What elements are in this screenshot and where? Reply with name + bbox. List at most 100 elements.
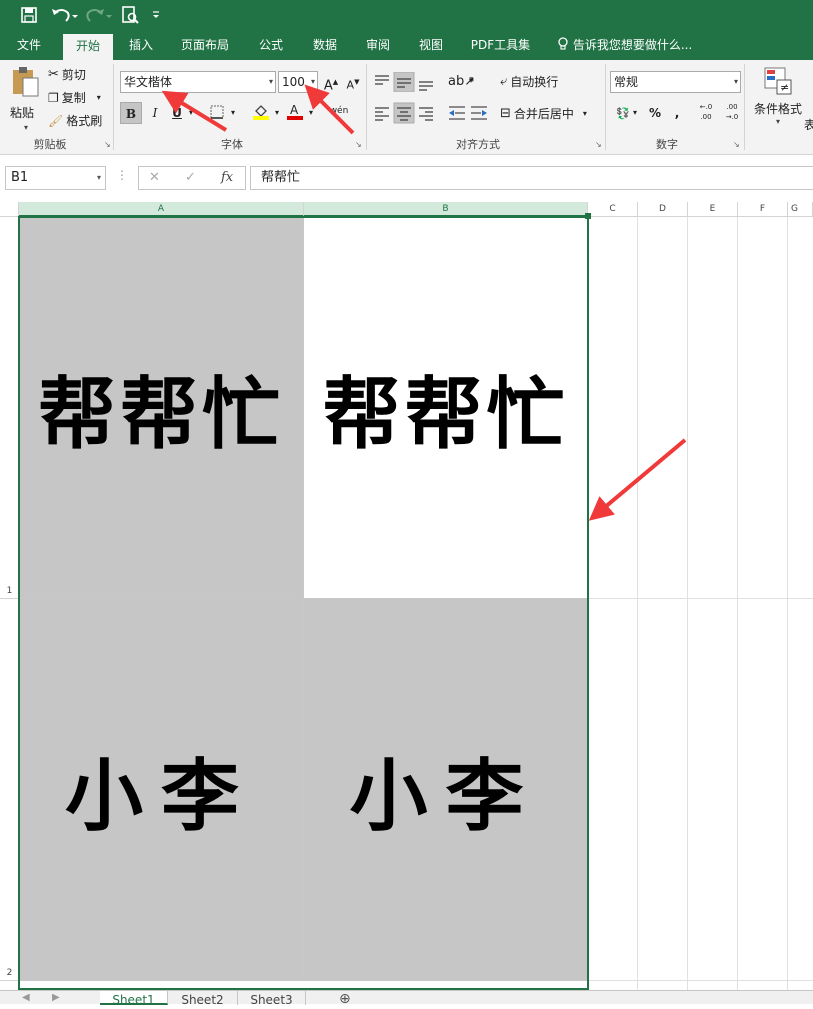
copy-label: 复制 bbox=[61, 91, 86, 105]
tab-formulas[interactable]: 公式 bbox=[248, 30, 294, 60]
copy-icon: ❐ bbox=[48, 90, 59, 105]
font-name-value: 华文楷体 bbox=[124, 75, 173, 89]
font-color-button[interactable]: A bbox=[284, 102, 306, 124]
tab-file[interactable]: 文件 bbox=[5, 30, 53, 60]
insert-function-icon[interactable]: fx bbox=[221, 170, 233, 185]
row-header-2[interactable]: 2 bbox=[0, 599, 19, 981]
tab-home[interactable]: 开始 bbox=[63, 34, 113, 60]
orientation-dropdown-icon[interactable]: ▾ bbox=[466, 70, 476, 92]
copy-dropdown-icon: ▾ bbox=[96, 93, 101, 102]
indent-icons[interactable] bbox=[448, 104, 490, 122]
tab-review[interactable]: 审阅 bbox=[355, 30, 401, 60]
tell-me-text: 告诉我您想要做什么... bbox=[572, 38, 693, 52]
percent-button[interactable]: % bbox=[644, 102, 666, 124]
enter-icon[interactable]: ✓ bbox=[185, 170, 196, 185]
prev-sheet-icon[interactable]: ◀ bbox=[22, 992, 30, 1003]
column-header-e[interactable]: E bbox=[688, 202, 738, 217]
format-painter-button[interactable]: 🖌 格式刷 bbox=[48, 112, 102, 129]
merge-label: 合并后居中 bbox=[513, 107, 574, 121]
merge-center-button[interactable]: ⊟ 合并后居中 ▾ bbox=[500, 105, 587, 122]
column-header-d[interactable]: D bbox=[638, 202, 688, 217]
tab-insert[interactable]: 插入 bbox=[118, 30, 164, 60]
column-header-f[interactable]: F bbox=[738, 202, 788, 217]
cut-button[interactable]: ✂ 剪切 bbox=[48, 66, 86, 83]
name-box[interactable]: B1 ▾ bbox=[5, 166, 106, 190]
decrease-decimal-button[interactable]: .00 →.0 bbox=[720, 102, 744, 124]
next-sheet-icon[interactable]: ▶ bbox=[52, 992, 60, 1003]
sheet-tab-1[interactable]: Sheet1 bbox=[100, 991, 168, 1007]
alignment-launcher-icon[interactable]: ↘ bbox=[595, 140, 602, 149]
borders-dropdown-icon[interactable]: ▾ bbox=[228, 102, 238, 124]
currency-icon: 💱 bbox=[616, 107, 630, 120]
number-format-combo[interactable]: 常规 ▾ bbox=[610, 71, 741, 93]
horizontal-align-icons[interactable] bbox=[373, 102, 435, 124]
shrink-font-button[interactable]: A▼ bbox=[342, 71, 364, 93]
paste-button[interactable]: 粘贴 ▾ bbox=[10, 66, 42, 132]
fill-handle[interactable] bbox=[585, 213, 591, 219]
number-launcher-icon[interactable]: ↘ bbox=[733, 140, 740, 149]
grid-line bbox=[737, 217, 738, 990]
formula-input[interactable]: 帮帮忙 bbox=[250, 166, 813, 190]
save-icon[interactable] bbox=[20, 6, 38, 24]
font-launcher-icon[interactable]: ↘ bbox=[355, 140, 362, 149]
clipboard-launcher-icon[interactable]: ↘ bbox=[104, 140, 111, 149]
number-format-value: 常规 bbox=[614, 75, 639, 89]
tab-pdf-tools[interactable]: PDF工具集 bbox=[463, 30, 538, 60]
ribbon-separator bbox=[744, 64, 745, 150]
ribbon-separator bbox=[366, 64, 367, 150]
chevron-down-icon: ▾ bbox=[310, 77, 315, 86]
underline-dropdown-icon[interactable]: ▾ bbox=[186, 102, 196, 124]
cell-b1[interactable]: 帮帮忙 bbox=[304, 217, 588, 599]
fill-color-button[interactable] bbox=[250, 102, 272, 124]
sheet-tab-2[interactable]: Sheet2 bbox=[168, 991, 238, 1007]
conditional-formatting-button[interactable]: ≠ 条件格式 ▾ bbox=[750, 66, 806, 126]
column-header-b[interactable]: B bbox=[304, 202, 588, 217]
add-sheet-icon[interactable]: ⊕ bbox=[339, 991, 351, 1007]
increase-decimal-button[interactable]: ←.0 .00 bbox=[694, 102, 718, 124]
cell-a1-text: 帮帮忙 bbox=[37, 368, 284, 460]
sheet-tab-3[interactable]: Sheet3 bbox=[238, 991, 306, 1007]
format-painter-label: 格式刷 bbox=[66, 114, 103, 128]
vertical-align-icons[interactable] bbox=[373, 72, 435, 92]
merge-dropdown-icon: ▾ bbox=[582, 109, 587, 118]
font-size-combo[interactable]: 100 ▾ bbox=[278, 71, 318, 93]
row-header-2-label: 2 bbox=[6, 968, 13, 978]
underline-button[interactable]: U bbox=[166, 102, 188, 124]
redo-icon[interactable] bbox=[84, 5, 112, 25]
tell-me-search[interactable]: 告诉我您想要做什么... bbox=[553, 30, 698, 60]
comma-button[interactable]: , bbox=[666, 102, 688, 124]
column-header-c[interactable]: C bbox=[588, 202, 638, 217]
cell-a2[interactable]: 小李 bbox=[19, 599, 304, 981]
phonetic-button[interactable]: wén bbox=[328, 100, 350, 122]
cancel-icon[interactable]: ✕ bbox=[149, 170, 160, 185]
grow-font-button[interactable]: A▲ bbox=[320, 71, 342, 93]
bold-button[interactable]: B bbox=[120, 102, 142, 124]
copy-button[interactable]: ❐ 复制 ▾ bbox=[48, 89, 101, 106]
cell-a1[interactable]: 帮帮忙 bbox=[19, 217, 304, 599]
column-header-g[interactable]: G bbox=[788, 202, 813, 217]
undo-icon[interactable] bbox=[50, 5, 78, 25]
paste-icon bbox=[13, 67, 39, 97]
tab-page-layout[interactable]: 页面布局 bbox=[172, 30, 238, 60]
border-icon bbox=[210, 105, 224, 119]
font-name-combo[interactable]: 华文楷体 ▾ bbox=[120, 71, 276, 93]
brush-icon: 🖌 bbox=[48, 113, 64, 128]
title-bar bbox=[0, 0, 813, 30]
accounting-dropdown-icon[interactable]: ▾ bbox=[630, 102, 640, 124]
borders-button[interactable] bbox=[206, 102, 228, 124]
wrap-text-button[interactable]: ⤶ 自动换行 bbox=[500, 73, 558, 90]
print-preview-icon[interactable] bbox=[120, 5, 140, 25]
font-color-dropdown-icon[interactable]: ▾ bbox=[306, 102, 316, 124]
row-header-1[interactable]: 1 bbox=[0, 217, 19, 599]
tab-data[interactable]: 数据 bbox=[302, 30, 348, 60]
alignment-group-label: 对齐方式 bbox=[456, 138, 500, 151]
font-color-icon: A bbox=[287, 103, 303, 120]
column-header-a[interactable]: A bbox=[19, 202, 304, 217]
select-all-corner[interactable] bbox=[0, 202, 19, 217]
tab-view[interactable]: 视图 bbox=[408, 30, 454, 60]
italic-button[interactable]: I bbox=[144, 102, 166, 124]
cell-b2[interactable]: 小李 bbox=[304, 599, 588, 981]
customize-qat-icon[interactable] bbox=[151, 10, 161, 20]
fill-dropdown-icon[interactable]: ▾ bbox=[272, 102, 282, 124]
format-as-table-partial[interactable]: 表 bbox=[804, 116, 813, 133]
